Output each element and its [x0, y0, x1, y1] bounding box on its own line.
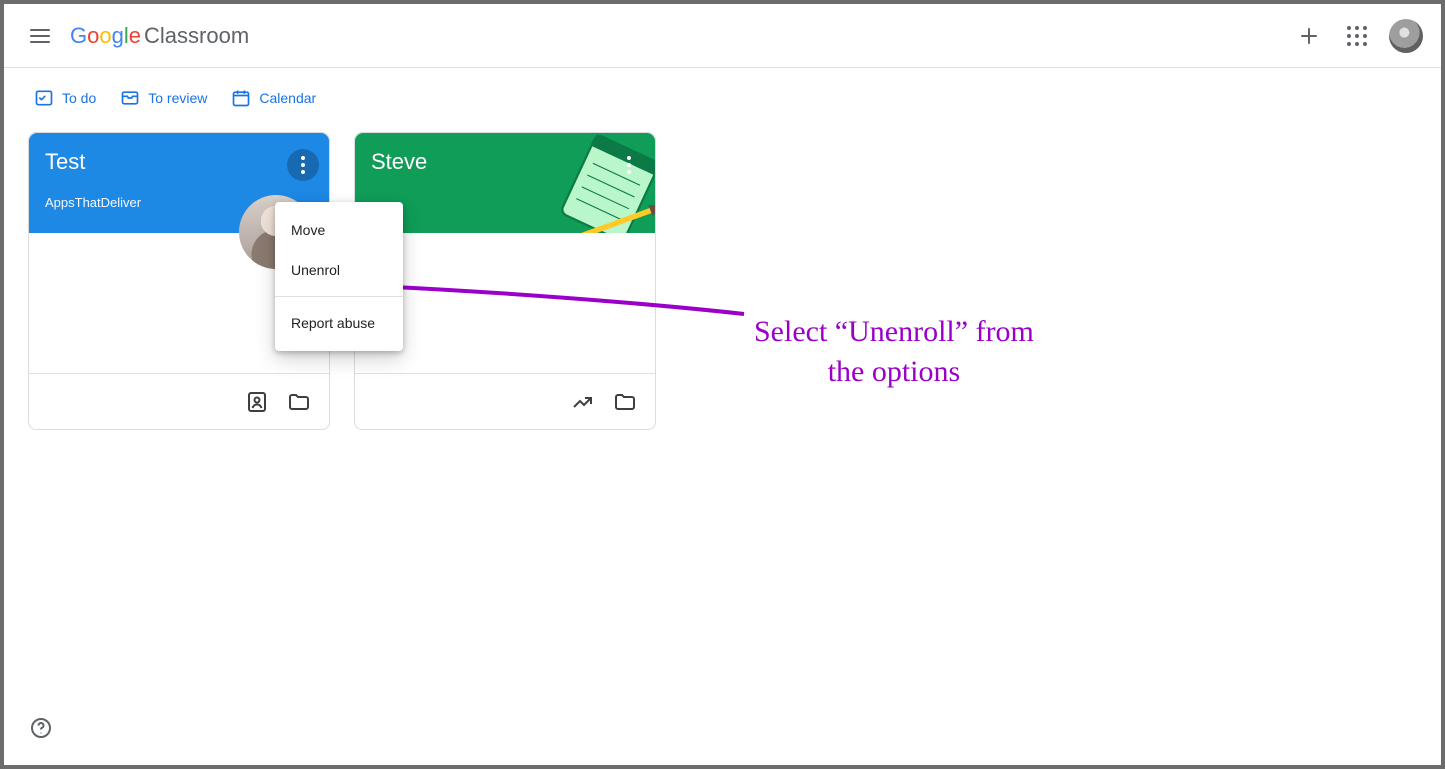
create-or-join-button[interactable]	[1285, 12, 1333, 60]
vertical-dots-icon	[627, 156, 631, 174]
google-apps-button[interactable]	[1333, 12, 1381, 60]
calendar-label: Calendar	[259, 90, 316, 106]
header-decoration	[545, 133, 655, 233]
class-more-button[interactable]	[613, 149, 645, 181]
menu-item-unenrol[interactable]: Unenrol	[275, 250, 403, 290]
to-review-link[interactable]: To review	[120, 88, 207, 108]
assignment-person-icon	[245, 390, 269, 414]
class-title-link[interactable]: Test	[45, 149, 85, 174]
trending-up-icon	[571, 390, 595, 414]
class-folder-button[interactable]	[279, 382, 319, 422]
google-classroom-logo[interactable]: Google Classroom	[70, 23, 249, 49]
todo-link[interactable]: To do	[34, 88, 96, 108]
menu-divider	[275, 296, 403, 297]
to-review-label: To review	[148, 90, 207, 106]
folder-icon	[613, 390, 637, 414]
checklist-icon	[34, 88, 54, 108]
google-wordmark: Google	[70, 23, 141, 49]
quick-links-toolbar: To do To review Calendar	[4, 68, 1441, 112]
help-icon	[29, 716, 53, 740]
inbox-icon	[120, 88, 140, 108]
class-card-footer	[29, 373, 329, 429]
help-button[interactable]	[24, 711, 58, 745]
class-more-button[interactable]	[287, 149, 319, 181]
menu-item-move[interactable]: Move	[275, 210, 403, 250]
menu-item-report-abuse[interactable]: Report abuse	[275, 303, 403, 343]
todo-label: To do	[62, 90, 96, 106]
app-header: Google Classroom	[4, 4, 1441, 68]
class-card-footer	[355, 373, 655, 429]
class-folder-button[interactable]	[605, 382, 645, 422]
gradebook-trend-button[interactable]	[563, 382, 603, 422]
plus-icon	[1297, 24, 1321, 48]
calendar-icon	[231, 88, 251, 108]
apps-grid-icon	[1347, 26, 1367, 46]
account-avatar[interactable]	[1389, 19, 1423, 53]
main-menu-button[interactable]	[16, 12, 64, 60]
vertical-dots-icon	[301, 156, 305, 174]
folder-icon	[287, 390, 311, 414]
hamburger-icon	[28, 24, 52, 48]
class-subtitle: AppsThatDeliver	[45, 195, 277, 210]
class-cards-grid: Test AppsThatDeliver	[4, 112, 1441, 450]
class-title: Test	[45, 149, 277, 175]
class-title-link[interactable]: Steve	[371, 149, 427, 174]
calendar-link[interactable]: Calendar	[231, 88, 316, 108]
your-work-button[interactable]	[237, 382, 277, 422]
classroom-word: Classroom	[144, 23, 249, 49]
class-options-menu: Move Unenrol Report abuse	[275, 202, 403, 351]
